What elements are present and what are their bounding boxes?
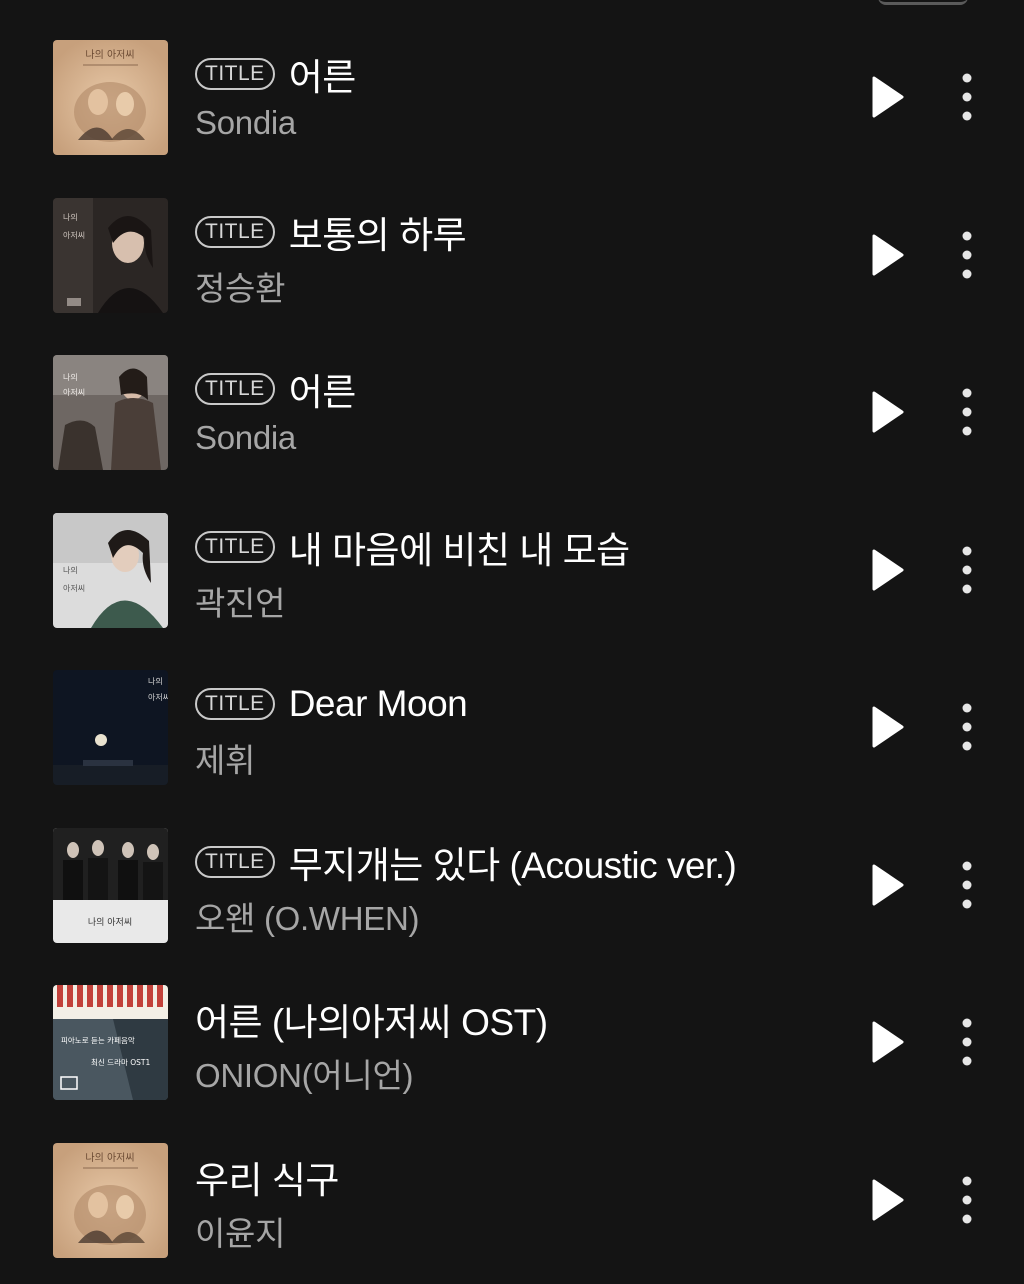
svg-text:나의: 나의 xyxy=(63,565,78,575)
song-row[interactable]: 나의 아저씨 우리 식구 이윤지 xyxy=(0,1121,1024,1279)
song-info[interactable]: TITLE 어른 Sondia xyxy=(195,361,824,457)
more-vertical-icon xyxy=(950,546,984,599)
play-button[interactable] xyxy=(862,387,912,437)
song-row[interactable]: 피아노로 듣는 카페음악 최신 드라마 OST1 어른 (나의아저씨 OST) … xyxy=(0,963,1024,1121)
svg-text:나의: 나의 xyxy=(63,372,78,382)
svg-text:최신 드라마 OST1: 최신 드라마 OST1 xyxy=(91,1057,151,1067)
play-icon xyxy=(862,706,912,756)
album-art[interactable]: 나의 아저씨 xyxy=(53,197,168,313)
more-options-button[interactable] xyxy=(950,230,984,280)
song-row[interactable]: 나의 아저씨 TITLE 어른 Sondia xyxy=(0,333,1024,491)
title-badge: TITLE xyxy=(195,845,275,878)
title-badge: TITLE xyxy=(195,58,275,90)
song-info[interactable]: 어른 (나의아저씨 OST) ONION(어니언) xyxy=(195,991,824,1097)
album-art[interactable]: 피아노로 듣는 카페음악 최신 드라마 OST1 xyxy=(53,985,168,1100)
play-button[interactable] xyxy=(862,545,912,595)
song-title: 어른 xyxy=(288,372,357,413)
more-options-button[interactable] xyxy=(950,72,984,122)
play-button[interactable] xyxy=(862,702,912,752)
play-icon xyxy=(862,864,912,914)
artist-name: 이윤지 xyxy=(195,1214,286,1252)
more-vertical-icon xyxy=(950,1176,984,1229)
song-title: 내 마음에 비친 내 모습 xyxy=(288,529,630,571)
play-icon xyxy=(862,234,912,284)
song-info[interactable]: TITLE 어른 Sondia xyxy=(195,46,824,142)
song-row[interactable]: 나의 아저씨 TITLE 내 마음에 비친 내 모습 곽진언 xyxy=(0,491,1024,649)
song-info[interactable]: TITLE Dear Moon 제휘 xyxy=(195,676,824,782)
song-title: 어른 (나의아저씨 OST) xyxy=(195,1002,548,1043)
song-row[interactable]: 나의 아저씨 TITLE Dear Moon 제휘 xyxy=(0,648,1024,806)
album-art[interactable]: 나의 아저씨 xyxy=(53,1142,168,1258)
more-options-button[interactable] xyxy=(950,1175,984,1225)
title-badge: TITLE xyxy=(195,688,275,720)
song-info[interactable]: TITLE 무지개는 있다 (Acoustic ver.) 오왠 (O.WHEN… xyxy=(195,834,824,940)
artist-name: ONION(어니언) xyxy=(195,1057,414,1094)
play-icon xyxy=(862,1021,912,1071)
svg-text:아저씨: 아저씨 xyxy=(148,692,168,702)
more-options-button[interactable] xyxy=(950,387,984,437)
song-title: 무지개는 있다 (Acoustic ver.) xyxy=(288,844,737,886)
album-art[interactable]: 나의 아저씨 xyxy=(53,355,168,470)
more-vertical-icon xyxy=(950,388,984,441)
more-vertical-icon xyxy=(950,703,984,756)
artist-name: 곽진언 xyxy=(195,584,286,622)
top-partial-element xyxy=(878,0,968,5)
svg-text:나의 아저씨: 나의 아저씨 xyxy=(85,49,134,61)
artist-name: 제휘 xyxy=(195,742,256,779)
play-button[interactable] xyxy=(862,860,912,910)
song-row[interactable]: 나의 아저씨 TITLE 보통의 하루 정승환 xyxy=(0,176,1024,334)
play-icon xyxy=(862,1179,912,1229)
more-options-button[interactable] xyxy=(950,545,984,595)
song-title: Dear Moon xyxy=(288,683,468,724)
svg-text:나의: 나의 xyxy=(148,676,163,686)
play-icon xyxy=(862,76,912,126)
song-list-screen: 나의 아저씨 TITLE 어른 Sondia 나의 아저씨 TITLE 보통의 … xyxy=(0,0,1024,1284)
album-art[interactable]: 나의 아저씨 xyxy=(53,512,168,628)
song-list: 나의 아저씨 TITLE 어른 Sondia 나의 아저씨 TITLE 보통의 … xyxy=(0,18,1024,1278)
song-row[interactable]: 나의 아저씨 TITLE 무지개는 있다 (Acoustic ver.) 오왠 … xyxy=(0,806,1024,964)
artist-name: Sondia xyxy=(195,104,296,141)
more-options-button[interactable] xyxy=(950,860,984,910)
song-info[interactable]: TITLE 내 마음에 비친 내 모습 곽진언 xyxy=(195,519,824,625)
more-vertical-icon xyxy=(950,861,984,914)
artist-name: 정승환 xyxy=(195,269,286,307)
more-vertical-icon xyxy=(950,231,984,284)
more-vertical-icon xyxy=(950,1018,984,1071)
album-art[interactable]: 나의 아저씨 xyxy=(53,827,168,943)
play-button[interactable] xyxy=(862,1017,912,1067)
play-icon xyxy=(862,391,912,441)
more-options-button[interactable] xyxy=(950,702,984,752)
title-badge: TITLE xyxy=(195,215,275,248)
album-art[interactable]: 나의 아저씨 xyxy=(53,40,168,155)
more-options-button[interactable] xyxy=(950,1017,984,1067)
svg-text:나의 아저씨: 나의 아저씨 xyxy=(85,1152,134,1164)
svg-text:아저씨: 아저씨 xyxy=(63,387,85,397)
song-info[interactable]: 우리 식구 이윤지 xyxy=(195,1149,824,1255)
svg-text:나의 아저씨: 나의 아저씨 xyxy=(88,917,132,928)
song-title: 어른 xyxy=(288,57,357,98)
title-badge: TITLE xyxy=(195,530,275,563)
more-vertical-icon xyxy=(950,73,984,126)
svg-text:아저씨: 아저씨 xyxy=(63,230,85,240)
song-title: 우리 식구 xyxy=(195,1159,339,1201)
song-info[interactable]: TITLE 보통의 하루 정승환 xyxy=(195,204,824,310)
svg-text:피아노로 듣는 카페음악: 피아노로 듣는 카페음악 xyxy=(61,1035,135,1045)
title-badge: TITLE xyxy=(195,373,275,405)
play-icon xyxy=(862,549,912,599)
svg-text:나의: 나의 xyxy=(63,212,78,222)
play-button[interactable] xyxy=(862,230,912,280)
song-row[interactable]: 나의 아저씨 TITLE 어른 Sondia xyxy=(0,18,1024,176)
svg-text:아저씨: 아저씨 xyxy=(63,583,85,593)
album-art[interactable]: 나의 아저씨 xyxy=(53,670,168,785)
artist-name: Sondia xyxy=(195,419,296,456)
play-button[interactable] xyxy=(862,1175,912,1225)
artist-name: 오왠 (O.WHEN) xyxy=(195,899,420,937)
play-button[interactable] xyxy=(862,72,912,122)
song-title: 보통의 하루 xyxy=(288,214,467,256)
